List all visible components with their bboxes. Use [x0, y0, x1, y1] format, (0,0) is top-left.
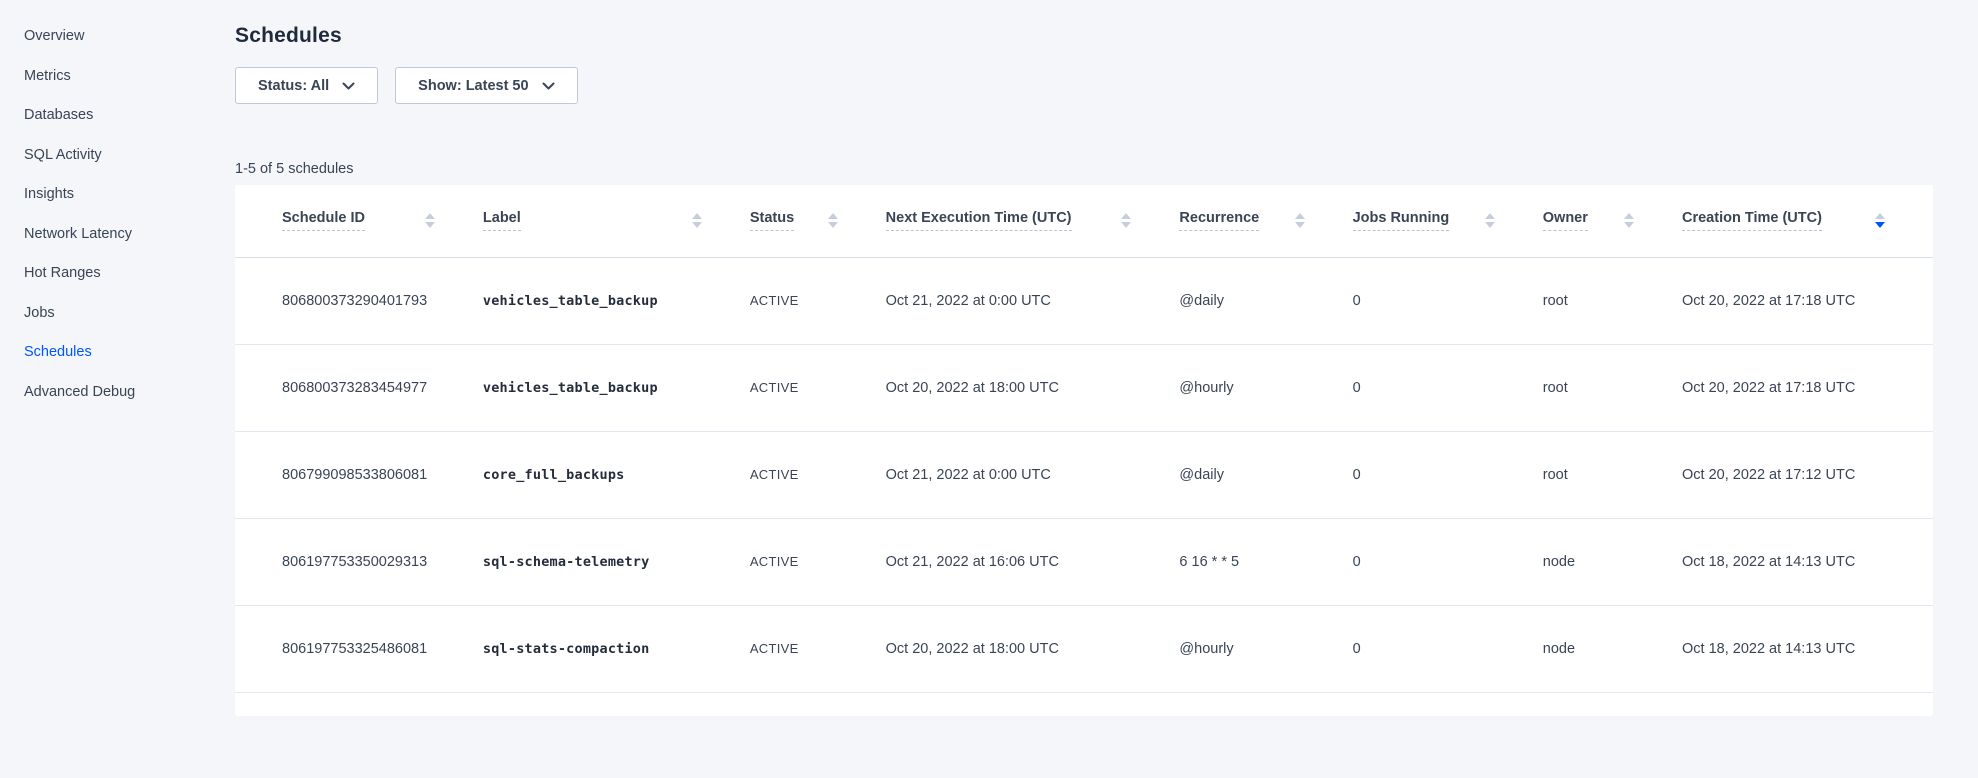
sort-arrows-icon[interactable]: [1485, 213, 1495, 228]
column-title: Owner: [1543, 210, 1588, 231]
cell-created: Oct 20, 2022 at 17:12 UTC: [1682, 431, 1933, 518]
cell-owner: node: [1543, 605, 1682, 692]
cell-created: Oct 20, 2022 at 17:18 UTC: [1682, 257, 1933, 344]
chevron-down-icon: [342, 82, 355, 90]
column-header-id[interactable]: Schedule ID: [235, 185, 483, 257]
cell-created: Oct 18, 2022 at 14:13 UTC: [1682, 518, 1933, 605]
cell-owner: root: [1543, 344, 1682, 431]
column-title: Label: [483, 210, 521, 231]
cell-id: 806800373290401793: [235, 257, 483, 344]
cell-label: core_full_backups: [483, 431, 750, 518]
main-content: Schedules Status: All Show: Latest 50 1-…: [186, 0, 1978, 778]
cell-status: ACTIVE: [750, 431, 886, 518]
cell-created: Oct 20, 2022 at 17:18 UTC: [1682, 344, 1933, 431]
schedule-row: 806800373283454977vehicles_table_backupA…: [235, 344, 1933, 431]
cell-jobs: 0: [1353, 431, 1543, 518]
sort-arrows-icon[interactable]: [1624, 213, 1634, 228]
cell-next: Oct 21, 2022 at 0:00 UTC: [886, 431, 1180, 518]
sidebar-item-databases[interactable]: Databases: [24, 106, 186, 124]
column-title: Recurrence: [1179, 210, 1259, 231]
column-header-owner[interactable]: Owner: [1543, 185, 1682, 257]
cell-recurrence: @daily: [1179, 431, 1352, 518]
status-filter-dropdown[interactable]: Status: All: [235, 67, 378, 104]
schedule-row: 806197753325486081sql-stats-compactionAC…: [235, 605, 1933, 692]
sidebar-item-schedules[interactable]: Schedules: [24, 343, 186, 361]
filter-bar: Status: All Show: Latest 50: [235, 67, 1933, 104]
table-body: 806800373290401793vehicles_table_backupA…: [235, 257, 1933, 692]
cell-jobs: 0: [1353, 344, 1543, 431]
sidebar-item-sql-activity[interactable]: SQL Activity: [24, 146, 186, 164]
schedule-row: 806799098533806081core_full_backupsACTIV…: [235, 431, 1933, 518]
sidebar-item-metrics[interactable]: Metrics: [24, 67, 186, 85]
cell-label: sql-stats-compaction: [483, 605, 750, 692]
cell-next: Oct 21, 2022 at 0:00 UTC: [886, 257, 1180, 344]
results-count: 1-5 of 5 schedules: [235, 161, 1933, 178]
chevron-down-icon: [542, 82, 555, 90]
cell-jobs: 0: [1353, 605, 1543, 692]
cell-recurrence: @hourly: [1179, 605, 1352, 692]
column-header-status[interactable]: Status: [750, 185, 886, 257]
cell-id: 806800373283454977: [235, 344, 483, 431]
sort-arrows-icon[interactable]: [1295, 213, 1305, 228]
column-header-jobs[interactable]: Jobs Running: [1353, 185, 1543, 257]
schedules-table-card: Schedule ID Label Status Next Execution Tim…: [235, 185, 1933, 716]
cell-owner: node: [1543, 518, 1682, 605]
column-header-created[interactable]: Creation Time (UTC): [1682, 185, 1933, 257]
cell-recurrence: @hourly: [1179, 344, 1352, 431]
cell-next: Oct 20, 2022 at 18:00 UTC: [886, 605, 1180, 692]
schedule-row: 806800373290401793vehicles_table_backupA…: [235, 257, 1933, 344]
cell-recurrence: 6 16 * * 5: [1179, 518, 1352, 605]
sidebar-item-insights[interactable]: Insights: [24, 185, 186, 203]
cell-next: Oct 20, 2022 at 18:00 UTC: [886, 344, 1180, 431]
column-title: Next Execution Time (UTC): [886, 210, 1072, 231]
schedule-row: 806197753350029313sql-schema-telemetryAC…: [235, 518, 1933, 605]
show-filter-label: Show: Latest 50: [418, 78, 528, 94]
schedules-table: Schedule ID Label Status Next Execution Tim…: [235, 185, 1933, 693]
cell-id: 806197753350029313: [235, 518, 483, 605]
page-title: Schedules: [235, 22, 1933, 50]
cell-next: Oct 21, 2022 at 16:06 UTC: [886, 518, 1180, 605]
sort-arrows-icon[interactable]: [692, 213, 702, 228]
column-title: Schedule ID: [282, 210, 365, 231]
column-title: Creation Time (UTC): [1682, 210, 1822, 231]
cell-owner: root: [1543, 257, 1682, 344]
column-header-label[interactable]: Label: [483, 185, 750, 257]
cell-status: ACTIVE: [750, 518, 886, 605]
table-header-row: Schedule ID Label Status Next Execution Tim…: [235, 185, 1933, 257]
cell-status: ACTIVE: [750, 344, 886, 431]
sidebar: Overview Metrics Databases SQL Activity Insi…: [0, 0, 186, 778]
cell-status: ACTIVE: [750, 257, 886, 344]
show-filter-dropdown[interactable]: Show: Latest 50: [395, 67, 577, 104]
sidebar-item-hot-ranges[interactable]: Hot Ranges: [24, 264, 186, 282]
cell-id: 806197753325486081: [235, 605, 483, 692]
column-title: Status: [750, 210, 794, 231]
column-title: Jobs Running: [1353, 210, 1450, 231]
cell-label: sql-schema-telemetry: [483, 518, 750, 605]
cell-owner: root: [1543, 431, 1682, 518]
status-filter-label: Status: All: [258, 78, 329, 94]
sort-arrows-icon[interactable]: [828, 213, 838, 228]
cell-label: vehicles_table_backup: [483, 257, 750, 344]
sort-arrows-icon[interactable]: [1121, 213, 1131, 228]
column-header-recurrence[interactable]: Recurrence: [1179, 185, 1352, 257]
sidebar-item-advanced-debug[interactable]: Advanced Debug: [24, 383, 186, 401]
sort-arrows-icon[interactable]: [1875, 213, 1885, 228]
app-root: Overview Metrics Databases SQL Activity Insi…: [0, 0, 1978, 778]
sidebar-item-jobs[interactable]: Jobs: [24, 304, 186, 322]
sort-arrows-icon[interactable]: [425, 213, 435, 228]
cell-created: Oct 18, 2022 at 14:13 UTC: [1682, 605, 1933, 692]
column-header-next[interactable]: Next Execution Time (UTC): [886, 185, 1180, 257]
cell-jobs: 0: [1353, 518, 1543, 605]
sidebar-nav-list: Overview Metrics Databases SQL Activity Insi…: [0, 27, 186, 401]
sidebar-item-overview[interactable]: Overview: [24, 27, 186, 45]
cell-label: vehicles_table_backup: [483, 344, 750, 431]
cell-jobs: 0: [1353, 257, 1543, 344]
cell-recurrence: @daily: [1179, 257, 1352, 344]
cell-id: 806799098533806081: [235, 431, 483, 518]
cell-status: ACTIVE: [750, 605, 886, 692]
sidebar-item-network-latency[interactable]: Network Latency: [24, 225, 186, 243]
